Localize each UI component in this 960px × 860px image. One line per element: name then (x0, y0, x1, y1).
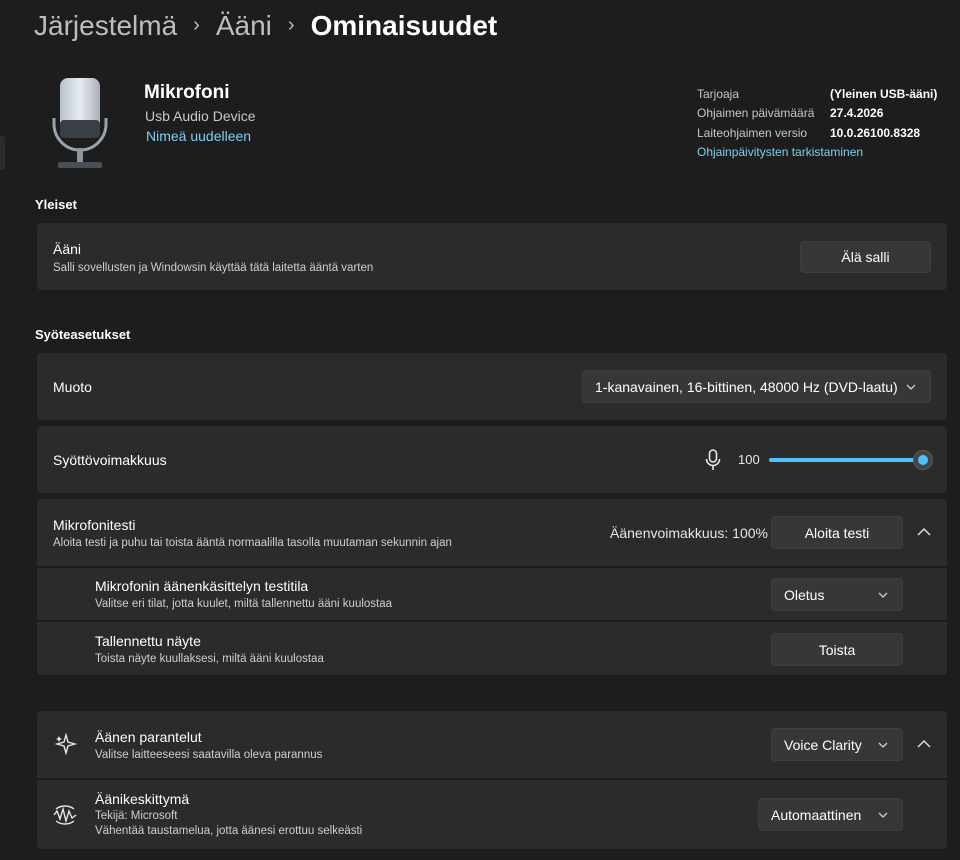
format-dropdown-value: 1-kanavainen, 16-bittinen, 48000 Hz (DVD… (595, 378, 898, 395)
test-mode-title: Mikrofonin äänenkäsittelyn testitila (95, 578, 309, 594)
voice-focus-description: Vähentää taustamelua, jotta äänesi erott… (95, 825, 363, 837)
divider (37, 778, 947, 780)
format-card: Muoto 1-kanavainen, 16-bittinen, 48000 H… (37, 353, 947, 420)
rename-link[interactable]: Nimeä uudelleen (146, 128, 251, 144)
info-value: (Yleinen USB-ääni) (830, 86, 938, 101)
input-volume-title: Syöttövoimakkuus (53, 452, 167, 468)
divider (37, 566, 947, 568)
chevron-down-icon (906, 384, 916, 390)
check-driver-updates-link[interactable]: Ohjainpäivitysten tarkistaminen (697, 145, 863, 159)
input-volume-slider-track[interactable] (769, 458, 919, 462)
voice-focus-dropdown-value: Automaattinen (771, 806, 862, 823)
section-title-input: Syöteasetukset (35, 327, 131, 342)
sparkle-icon (55, 733, 77, 755)
mic-test-status: Äänenvoimakkuus: 100% (610, 525, 768, 541)
audio-description: Salli sovellusten ja Windowsin käyttää t… (53, 262, 374, 274)
info-row-driver-version: Laiteohjaimen versio 10.0.26100.8328 (697, 123, 937, 143)
info-label: Ohjaimen päivämäärä (697, 106, 815, 121)
chevron-down-icon (878, 812, 888, 818)
format-dropdown[interactable]: 1-kanavainen, 16-bittinen, 48000 Hz (DVD… (582, 370, 931, 403)
recorded-sample-description: Toista näyte kuullaksesi, miltä ääni kuu… (95, 653, 324, 665)
device-subtitle: Usb Audio Device (145, 108, 256, 124)
mic-test-description: Aloita testi ja puhu tai toista ääntä no… (53, 537, 452, 549)
page-title: Ominaisuudet (310, 10, 498, 41)
info-label: Tarjoaja (697, 86, 740, 101)
play-sample-button[interactable]: Toista (771, 633, 903, 666)
breadcrumb-item-sound[interactable]: Ääni (216, 10, 272, 42)
info-value: 10.0.26100.8328 (830, 125, 921, 140)
recorded-sample-title: Tallennettu näyte (95, 633, 201, 649)
start-test-button[interactable]: Aloita testi (771, 516, 903, 549)
chevron-right-icon: › (193, 13, 200, 36)
enhancements-title: Äänen parantelut (95, 729, 202, 745)
breadcrumb: Järjestelmä › Ääni › Ominaisuudet (34, 8, 497, 44)
enhancements-description: Valitse laitteeseesi saatavilla oleva pa… (95, 749, 323, 761)
chevron-up-icon[interactable] (917, 528, 931, 536)
mic-test-title: Mikrofonitesti (53, 517, 136, 533)
dont-allow-button[interactable]: Älä salli (800, 241, 931, 273)
format-title: Muoto (53, 379, 92, 395)
breadcrumb-item-system[interactable]: Järjestelmä (34, 10, 177, 42)
chevron-right-icon: › (287, 13, 295, 36)
input-volume-value: 100 (738, 452, 760, 467)
test-mode-dropdown-value: Oletus (784, 586, 825, 603)
enhancement-dropdown[interactable]: Voice Clarity (771, 728, 903, 761)
input-volume-slider-thumb[interactable] (913, 450, 933, 470)
enhancement-dropdown-value: Voice Clarity (784, 736, 862, 753)
info-row-driver-date: Ohjaimen päivämäärä 27.4.2026 (697, 104, 937, 124)
microphone-icon (52, 78, 108, 168)
divider (37, 620, 947, 622)
mic-test-card: Mikrofonitesti Aloita testi ja puhu tai … (37, 499, 947, 675)
info-value: 27.4.2026 (830, 106, 884, 121)
voice-focus-dropdown[interactable]: Automaattinen (758, 798, 903, 831)
nav-pane-edge (0, 136, 5, 170)
test-mode-dropdown[interactable]: Oletus (771, 578, 903, 611)
enhancements-card: Äänen parantelut Valitse laitteeseesi sa… (37, 711, 947, 849)
microphone-icon (705, 449, 721, 470)
voice-focus-icon (53, 805, 77, 825)
chevron-down-icon (878, 592, 888, 598)
audio-title: Ääni (53, 241, 82, 257)
chevron-up-icon[interactable] (917, 740, 931, 748)
voice-focus-author: Tekijä: Microsoft (95, 810, 178, 822)
device-name: Mikrofoni (144, 82, 230, 103)
info-row-provider: Tarjoaja (Yleinen USB-ääni) (697, 84, 937, 104)
info-label: Laiteohjaimen versio (697, 125, 808, 140)
audio-permission-card: Ääni Salli sovellusten ja Windowsin käyt… (37, 223, 947, 290)
driver-info: Tarjoaja (Yleinen USB-ääni) Ohjaimen päi… (697, 84, 937, 143)
chevron-down-icon (878, 742, 888, 748)
section-title-general: Yleiset (35, 197, 77, 212)
test-mode-description: Valitse eri tilat, jotta kuulet, miltä t… (95, 598, 393, 610)
voice-focus-title: Äänikeskittymä (95, 791, 190, 807)
